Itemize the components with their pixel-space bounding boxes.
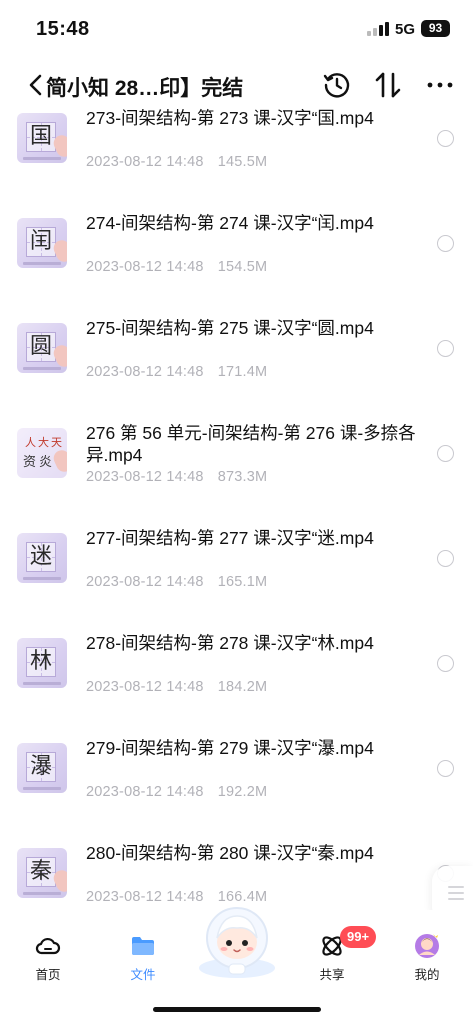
file-name: 275-间架结构-第 275 课-汉字“圆.mp4 <box>86 318 374 338</box>
tab-label: 文件 <box>130 968 156 982</box>
status-bar: 15:48 5G 93 <box>0 0 473 58</box>
select-radio[interactable] <box>437 130 454 147</box>
video-thumbnail: 迷 <box>17 533 67 583</box>
sort-arrows-icon[interactable] <box>373 70 403 100</box>
file-row[interactable]: 国 273-间架结构-第 273 课-汉字“国.mp4 2023-08-12 1… <box>0 108 473 213</box>
file-meta: 2023-08-12 14:48 171.4M <box>86 364 268 380</box>
tab-label: 首页 <box>35 968 61 982</box>
video-thumbnail: 闰 <box>17 218 67 268</box>
file-meta: 2023-08-12 14:48 165.1M <box>86 574 268 590</box>
signal-icon <box>367 22 389 36</box>
file-name: 273-间架结构-第 273 课-汉字“国.mp4 <box>86 108 374 128</box>
file-meta: 2023-08-12 14:48 184.2M <box>86 679 268 695</box>
file-row[interactable]: 人大天 资炎 276 第 56 单元-间架结构-第 276 课-多捺各异.mp4… <box>0 423 473 528</box>
battery-icon: 93 <box>421 20 450 37</box>
home-indicator <box>153 1007 321 1012</box>
file-row[interactable]: 闰 274-间架结构-第 274 课-汉字“闰.mp4 2023-08-12 1… <box>0 213 473 318</box>
file-meta: 2023-08-12 14:48 145.5M <box>86 154 268 170</box>
tab-label: 我的 <box>414 968 440 982</box>
more-dots-icon[interactable] <box>425 70 455 100</box>
select-radio[interactable] <box>437 235 454 252</box>
tab-home[interactable]: 首页 <box>8 910 88 984</box>
file-list: 国 273-间架结构-第 273 课-汉字“国.mp4 2023-08-12 1… <box>0 108 473 910</box>
tab-files[interactable]: 文件 <box>103 910 183 984</box>
history-clock-icon[interactable] <box>322 70 352 100</box>
select-radio[interactable] <box>437 340 454 357</box>
chevron-left-icon[interactable] <box>26 72 46 98</box>
avatar-icon <box>415 934 439 958</box>
select-radio[interactable] <box>437 445 454 462</box>
file-name: 276 第 56 单元-间架结构-第 276 课-多捺各异.mp4 <box>86 423 416 465</box>
video-thumbnail: 圆 <box>17 323 67 373</box>
video-thumbnail: 林 <box>17 638 67 688</box>
tab-profile[interactable]: 我的 <box>387 910 467 984</box>
select-radio[interactable] <box>437 760 454 777</box>
notification-badge: 99+ <box>340 926 377 948</box>
select-radio[interactable] <box>437 655 454 672</box>
file-meta: 2023-08-12 14:48 873.3M <box>86 469 268 485</box>
file-name: 280-间架结构-第 280 课-汉字“秦.mp4 <box>86 843 374 863</box>
file-row[interactable]: 迷 277-间架结构-第 277 课-汉字“迷.mp4 2023-08-12 1… <box>0 528 473 633</box>
video-thumbnail: 人大天 资炎 <box>17 428 67 478</box>
video-thumbnail: 秦 <box>17 848 67 898</box>
video-thumbnail: 瀑 <box>17 743 67 793</box>
file-name: 274-间架结构-第 274 课-汉字“闰.mp4 <box>86 213 374 233</box>
folder-icon <box>132 937 154 955</box>
select-radio[interactable] <box>437 550 454 567</box>
file-row[interactable]: 瀑 279-间架结构-第 279 课-汉字“瀑.mp4 2023-08-12 1… <box>0 738 473 843</box>
video-thumbnail: 国 <box>17 113 67 163</box>
file-row[interactable]: 林 278-间架结构-第 278 课-汉字“林.mp4 2023-08-12 1… <box>0 633 473 738</box>
status-time: 15:48 <box>36 18 90 40</box>
file-meta: 2023-08-12 14:48 154.5M <box>86 259 268 275</box>
file-name: 279-间架结构-第 279 课-汉字“瀑.mp4 <box>86 738 374 758</box>
folder-title: 简小知 28…印】完结 <box>46 77 244 100</box>
cloud-icon <box>35 937 61 955</box>
file-row[interactable]: 秦 280-间架结构-第 280 课-汉字“秦.mp4 2023-08-12 1… <box>0 843 473 910</box>
file-name: 277-间架结构-第 277 课-汉字“迷.mp4 <box>86 528 374 548</box>
nav-bar: 简小知 28…印】完结 <box>0 62 473 108</box>
tab-label: 共享 <box>319 968 345 982</box>
file-meta: 2023-08-12 14:48 192.2M <box>86 784 268 800</box>
file-name: 278-间架结构-第 278 课-汉字“林.mp4 <box>86 633 374 653</box>
file-row[interactable]: 圆 275-间架结构-第 275 课-汉字“圆.mp4 2023-08-12 1… <box>0 318 473 423</box>
mascot-center-button[interactable] <box>193 902 281 982</box>
network-label: 5G <box>395 21 416 38</box>
